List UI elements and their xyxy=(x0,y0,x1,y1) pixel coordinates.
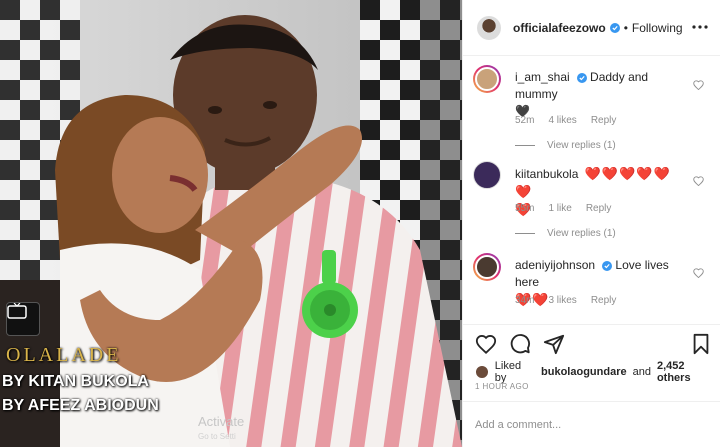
post-side-panel: officialafeezowo • Following i_am_shai D… xyxy=(462,0,720,447)
liked-by-prefix: Liked by xyxy=(494,360,522,384)
view-replies-button[interactable]: View replies (1) xyxy=(515,140,616,151)
more-options-icon[interactable] xyxy=(691,18,709,36)
author-avatar[interactable] xyxy=(477,15,501,40)
view-replies-button[interactable]: View replies (1) xyxy=(515,228,616,239)
commenter-username[interactable]: adeniyijohnson xyxy=(515,258,595,272)
heart-icon[interactable] xyxy=(475,333,499,357)
activation-watermark-sub: Go to Setti xyxy=(198,432,236,441)
liked-by-and: and xyxy=(632,366,651,378)
commenter-username[interactable]: i_am_shai xyxy=(515,70,570,84)
view-replies-label: View replies (1) xyxy=(547,140,616,151)
post-header: officialafeezowo • Following xyxy=(463,0,720,56)
like-comment-icon[interactable] xyxy=(693,77,705,91)
comment-text: i_am_shai Daddy and mummy 🖤 xyxy=(515,69,683,120)
add-comment-bar xyxy=(463,401,720,447)
tv-logo-icon xyxy=(6,302,40,336)
liker-username[interactable]: bukolaogundare xyxy=(541,366,627,378)
poster-credit-2: BY AFEEZ ABIODUN xyxy=(2,397,159,414)
comment-meta: 55m 1 like Reply xyxy=(515,203,611,214)
comment-input[interactable] xyxy=(475,416,655,434)
post-photo[interactable]: OLALADE BY KITAN BUKOLA BY AFEEZ ABIODUN xyxy=(0,0,462,447)
like-comment-icon[interactable] xyxy=(693,265,705,279)
comment-likes[interactable]: 3 likes xyxy=(548,295,576,306)
comment-time: 34m xyxy=(515,295,535,306)
comment-icon[interactable] xyxy=(509,333,533,357)
comment-meta: 34m 3 likes Reply xyxy=(515,295,616,306)
verified-icon xyxy=(609,22,620,33)
bookmark-icon[interactable] xyxy=(691,333,715,357)
view-replies-label: View replies (1) xyxy=(547,228,616,239)
comment-meta: 52m 4 likes Reply xyxy=(515,115,616,126)
poster-credit-1: BY KITAN BUKOLA xyxy=(2,373,149,390)
comment-likes[interactable]: 1 like xyxy=(548,203,571,214)
commenter-avatar[interactable] xyxy=(473,161,501,189)
comment-time: 55m xyxy=(515,203,535,214)
reply-button[interactable]: Reply xyxy=(586,203,612,214)
commenter-avatar[interactable] xyxy=(473,65,501,93)
comments-list[interactable]: i_am_shai Daddy and mummy 🖤 52m 4 likes … xyxy=(463,57,720,323)
commenter-username[interactable]: kiitanbukola xyxy=(515,167,578,181)
liker-avatar xyxy=(475,365,489,379)
reply-button[interactable]: Reply xyxy=(591,295,617,306)
author-username[interactable]: officialafeezowo xyxy=(513,21,606,35)
follow-status-button[interactable]: Following xyxy=(632,21,683,35)
share-icon[interactable] xyxy=(543,333,567,357)
reply-button[interactable]: Reply xyxy=(591,115,617,126)
post-timestamp: 1 HOUR AGO xyxy=(475,382,529,391)
likes-count-link[interactable]: 2,452 others xyxy=(657,360,720,384)
replies-divider xyxy=(515,233,535,234)
like-comment-icon[interactable] xyxy=(693,173,705,187)
verified-icon xyxy=(576,72,587,83)
comment-likes[interactable]: 4 likes xyxy=(548,115,576,126)
verified-icon xyxy=(602,260,613,271)
replies-divider xyxy=(515,145,535,146)
poster-title: OLALADE xyxy=(6,344,122,366)
liked-by-summary: Liked by bukolaogundare and 2,452 others xyxy=(475,360,720,384)
comment-time: 52m xyxy=(515,115,535,126)
header-separator: • xyxy=(623,20,628,35)
post-actions-bar xyxy=(463,324,720,364)
commenter-avatar[interactable] xyxy=(473,253,501,281)
activation-watermark: Activate xyxy=(198,414,245,429)
